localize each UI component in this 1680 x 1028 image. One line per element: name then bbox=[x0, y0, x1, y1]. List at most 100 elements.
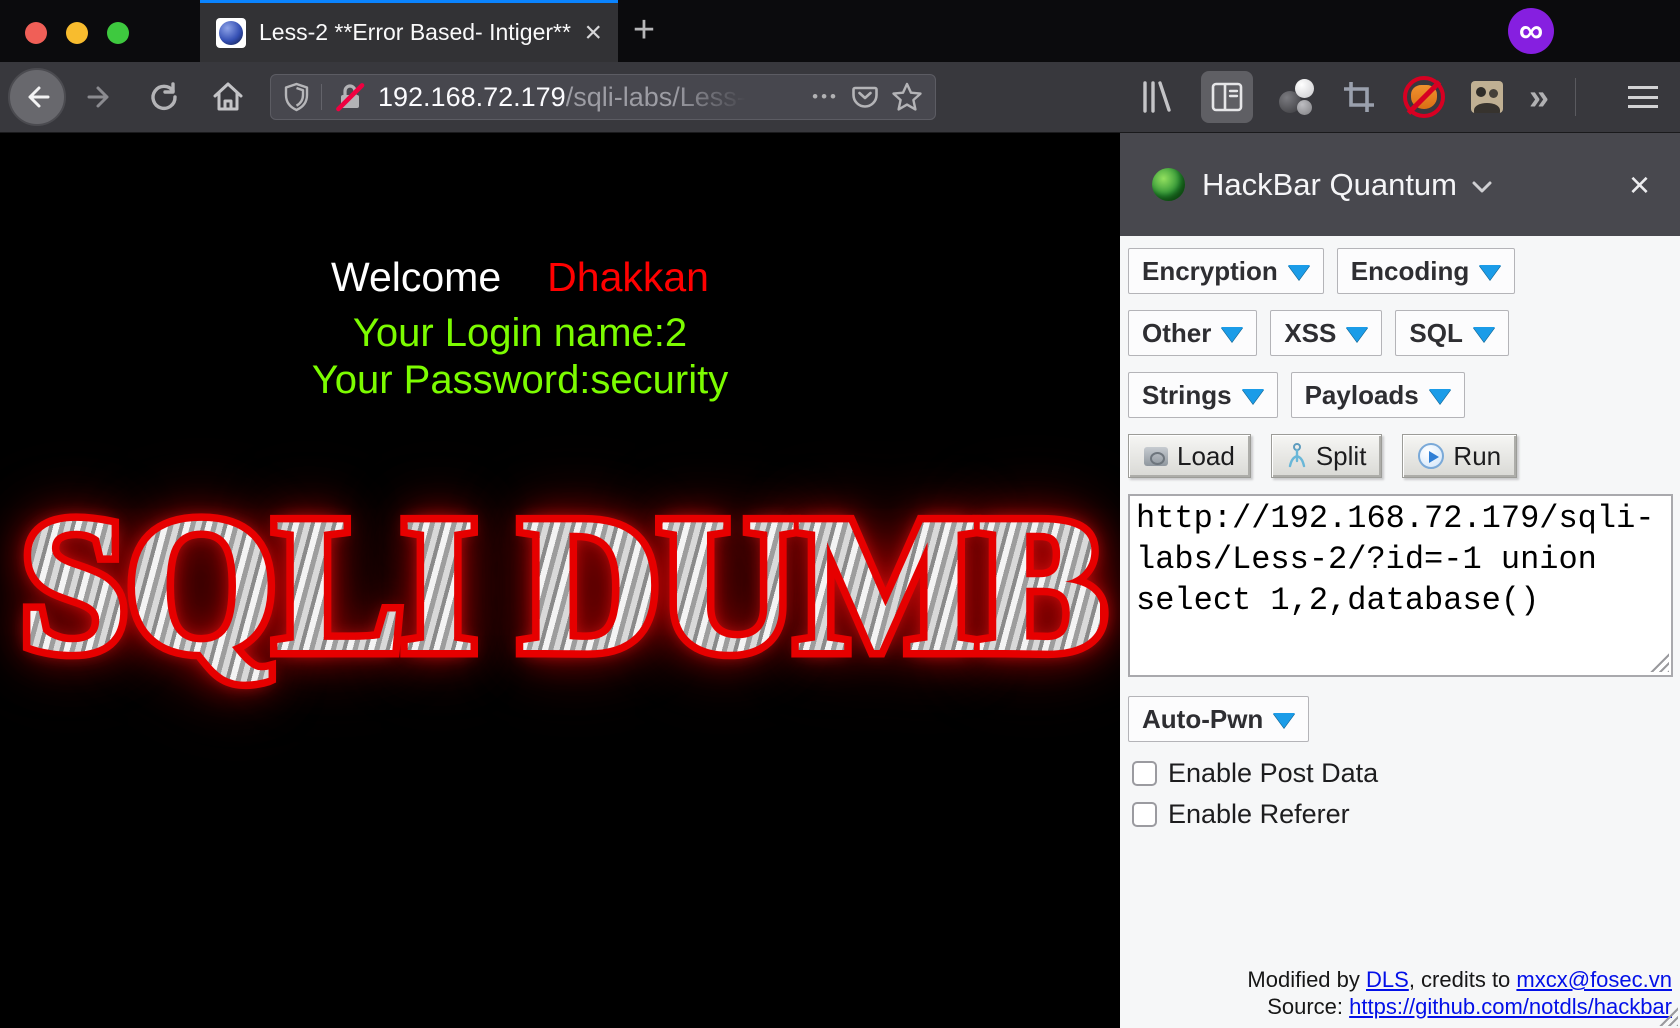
browser-tab[interactable]: Less-2 **Error Based- Intiger** × bbox=[200, 0, 618, 62]
enable-referer-checkbox[interactable] bbox=[1132, 802, 1157, 827]
dropdown-triangle-icon bbox=[1221, 327, 1243, 342]
back-button[interactable] bbox=[8, 68, 66, 126]
enable-post-data-label[interactable]: Enable Post Data bbox=[1168, 758, 1378, 789]
credits-text: , credits to bbox=[1409, 967, 1517, 992]
minimize-window-button[interactable] bbox=[66, 22, 88, 44]
screenshot-crop-icon[interactable] bbox=[1341, 79, 1377, 115]
page-actions-icon[interactable]: ••• bbox=[812, 87, 839, 107]
hackbar-body: Encryption Encoding Other XSS bbox=[1120, 236, 1680, 1028]
sql-menu-button[interactable]: SQL bbox=[1395, 310, 1508, 356]
dropdown-triangle-icon bbox=[1429, 389, 1451, 404]
sidebar-switcher-chevron-icon[interactable] bbox=[1472, 181, 1492, 194]
menu-label: Strings bbox=[1142, 380, 1232, 411]
forward-button[interactable] bbox=[78, 75, 122, 119]
email-link[interactable]: mxcx@fosec.vn bbox=[1516, 967, 1672, 992]
menu-label: Payloads bbox=[1305, 380, 1419, 411]
url-input-wrapper: http://192.168.72.179/sqli-labs/Less-2/?… bbox=[1128, 494, 1673, 677]
load-button[interactable]: Load bbox=[1128, 434, 1251, 478]
sidebar-toggle-button[interactable] bbox=[1201, 71, 1253, 123]
enable-referer-row: Enable Referer bbox=[1128, 799, 1680, 830]
reload-button[interactable] bbox=[142, 75, 186, 119]
pocket-icon[interactable] bbox=[850, 82, 880, 112]
hackbar-title: HackBar Quantum bbox=[1202, 167, 1457, 203]
toolbar-icons: » bbox=[1137, 71, 1658, 123]
strings-menu-button[interactable]: Strings bbox=[1128, 372, 1278, 418]
run-icon bbox=[1418, 443, 1444, 469]
username-text: Dhakkan bbox=[547, 254, 709, 300]
url-text[interactable]: 192.168.72.179/sqli-labs/Less- bbox=[378, 82, 746, 113]
new-tab-button[interactable]: + bbox=[624, 12, 664, 52]
welcome-text: Welcome bbox=[331, 254, 501, 300]
url-domain: 192.168.72.179 bbox=[378, 82, 566, 112]
split-icon bbox=[1287, 443, 1307, 469]
insecure-lock-icon[interactable] bbox=[333, 80, 367, 114]
hackbar-sidebar: HackBar Quantum × Encryption Encoding bbox=[1120, 133, 1680, 1028]
other-menu-button[interactable]: Other bbox=[1128, 310, 1257, 356]
menu-label: Auto-Pwn bbox=[1142, 704, 1263, 735]
home-button[interactable] bbox=[206, 75, 250, 119]
url-bar[interactable]: 192.168.72.179/sqli-labs/Less- ••• bbox=[270, 74, 936, 120]
action-label: Load bbox=[1177, 441, 1235, 472]
web-page: Welcome Dhakkan Your Login name:2 Your Pa… bbox=[0, 133, 1120, 1028]
home-icon bbox=[211, 80, 245, 114]
encoding-menu-button[interactable]: Encoding bbox=[1337, 248, 1515, 294]
split-button[interactable]: Split bbox=[1271, 434, 1383, 478]
menu-label: SQL bbox=[1409, 318, 1462, 349]
forward-arrow-icon bbox=[85, 82, 115, 112]
menu-label: Encryption bbox=[1142, 256, 1278, 287]
url-path: /sqli-labs/Less- bbox=[566, 82, 746, 112]
menu-row-1: Encryption Encoding bbox=[1128, 248, 1680, 294]
encryption-menu-button[interactable]: Encryption bbox=[1128, 248, 1324, 294]
tab-close-icon[interactable]: × bbox=[584, 18, 602, 48]
auto-pwn-button[interactable]: Auto-Pwn bbox=[1128, 696, 1309, 742]
navigation-toolbar: 192.168.72.179/sqli-labs/Less- ••• bbox=[0, 62, 1680, 133]
load-icon bbox=[1144, 447, 1168, 466]
library-icon[interactable] bbox=[1137, 79, 1175, 115]
dropdown-triangle-icon bbox=[1346, 327, 1368, 342]
enable-referer-label[interactable]: Enable Referer bbox=[1168, 799, 1350, 830]
run-button[interactable]: Run bbox=[1402, 434, 1517, 478]
tracking-protection-shield-icon[interactable] bbox=[283, 82, 310, 112]
action-label: Split bbox=[1316, 441, 1367, 472]
xss-menu-button[interactable]: XSS bbox=[1270, 310, 1382, 356]
source-text: Source: bbox=[1267, 994, 1349, 1019]
toolbar-divider bbox=[1575, 78, 1576, 116]
hackbar-footer: Modified by DLS, credits to mxcx@fosec.v… bbox=[1247, 966, 1672, 1020]
tab-favicon-icon bbox=[216, 18, 246, 48]
dropdown-triangle-icon bbox=[1273, 713, 1295, 728]
dropdown-triangle-icon bbox=[1288, 265, 1310, 280]
sidebar-close-icon[interactable]: × bbox=[1629, 167, 1650, 203]
logo-metal-layer: SQLI DUMB bbox=[20, 488, 1100, 683]
reload-icon bbox=[148, 81, 180, 113]
extension-molecule-icon[interactable] bbox=[1279, 79, 1315, 115]
app-menu-icon[interactable] bbox=[1628, 86, 1658, 108]
sqli-dumb-logo: SQLI DUMB SQLI DUMB bbox=[20, 488, 1100, 728]
menu-row-3: Strings Payloads bbox=[1128, 372, 1680, 418]
dropdown-triangle-icon bbox=[1242, 389, 1264, 404]
payload-textarea[interactable]: http://192.168.72.179/sqli-labs/Less-2/?… bbox=[1128, 494, 1673, 677]
dropdown-triangle-icon bbox=[1479, 265, 1501, 280]
hackbar-logo-icon bbox=[1152, 168, 1185, 201]
source-link[interactable]: https://github.com/notdls/hackbar bbox=[1349, 994, 1672, 1019]
tab-title: Less-2 **Error Based- Intiger** bbox=[259, 19, 576, 46]
close-window-button[interactable] bbox=[25, 22, 47, 44]
bookmark-star-icon[interactable] bbox=[891, 81, 923, 113]
source-line: Source: https://github.com/notdls/hackba… bbox=[1247, 993, 1672, 1020]
password-text: Your Password:security bbox=[0, 357, 1040, 404]
credits-text: Modified by bbox=[1247, 967, 1366, 992]
overflow-menu-icon[interactable]: » bbox=[1529, 79, 1549, 115]
extension-people-icon[interactable] bbox=[1471, 81, 1503, 113]
welcome-line: Welcome Dhakkan bbox=[0, 253, 1040, 301]
urlbar-divider bbox=[321, 84, 322, 110]
zoom-window-button[interactable] bbox=[107, 22, 129, 44]
dropdown-triangle-icon bbox=[1473, 327, 1495, 342]
dls-link[interactable]: DLS bbox=[1366, 967, 1409, 992]
private-browsing-mask-icon: ∞ bbox=[1508, 8, 1554, 54]
extension-disable-fox-icon[interactable] bbox=[1403, 76, 1445, 118]
login-name-text: Your Login name:2 bbox=[0, 310, 1040, 357]
menu-label: XSS bbox=[1284, 318, 1336, 349]
payloads-menu-button[interactable]: Payloads bbox=[1291, 372, 1465, 418]
autopwn-row: Auto-Pwn bbox=[1128, 696, 1680, 742]
menu-label: Encoding bbox=[1351, 256, 1469, 287]
enable-post-data-checkbox[interactable] bbox=[1132, 761, 1157, 786]
